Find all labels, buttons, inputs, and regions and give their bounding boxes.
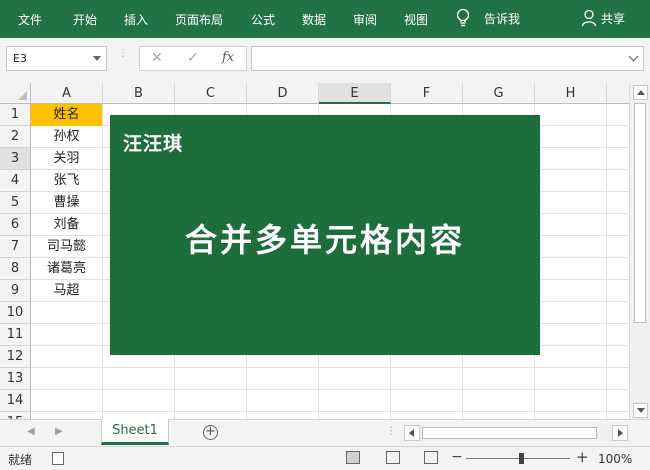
banner-author: 汪汪琪 [123,133,184,155]
column-header-c[interactable]: C [175,83,247,104]
row-header-15[interactable]: 15 [0,412,31,419]
vertical-scroll-thumb[interactable] [634,103,646,323]
tab-insert[interactable]: 插入 [124,11,148,28]
gridline [31,411,629,412]
horizontal-scroll-thumb[interactable] [422,427,597,439]
chevron-down-icon[interactable] [93,56,101,61]
insert-function-icon[interactable]: fx [222,50,234,65]
next-sheet-icon[interactable]: ▶ [55,426,63,437]
row-header-12[interactable]: 12 [0,346,31,368]
cell-a6[interactable]: 刘备 [31,214,102,236]
tab-review[interactable]: 审阅 [353,11,377,28]
gridline [31,367,629,368]
row-header-14[interactable]: 14 [0,390,31,412]
formula-bar-area: E3 ⋮ ✕ ✓ fx [0,38,650,83]
grip-dots-icon: ⋮ [386,426,396,437]
page-layout-view-icon[interactable] [386,451,400,464]
zoom-in-button[interactable]: + [576,448,589,466]
page-break-view-icon[interactable] [424,451,438,464]
banner-shape[interactable]: 汪汪琪 合并多单元格内容 [110,115,540,355]
sheet-tabs-bar: ◀ ▶ Sheet1 + ⋮ [0,419,650,446]
scroll-left-button[interactable] [404,425,420,441]
select-all-icon [18,91,27,100]
grip-dots-icon: ⋮ [118,48,128,59]
scroll-right-button[interactable] [612,425,628,441]
excel-window: 文件 开始 插入 页面布局 公式 数据 审阅 视图 告诉我 共享 E3 ⋮ ✕ … [0,0,650,470]
name-box-value: E3 [13,52,27,65]
zoom-slider[interactable] [466,458,570,459]
enter-icon[interactable]: ✓ [187,50,199,66]
arrow-up-icon [637,90,645,95]
column-header-f[interactable]: F [391,83,463,104]
row-header-7[interactable]: 7 [0,236,31,258]
row-header-2[interactable]: 2 [0,126,31,148]
scroll-down-button[interactable] [633,403,648,418]
add-sheet-icon[interactable]: + [203,425,218,440]
ribbon-tabs: 文件 开始 插入 页面布局 公式 数据 审阅 视图 告诉我 共享 [0,0,650,38]
share-button[interactable]: 共享 [581,9,625,27]
expand-formula-bar-icon[interactable] [628,51,639,62]
tab-page-layout[interactable]: 页面布局 [175,11,223,28]
row-header-9[interactable]: 9 [0,280,31,302]
tab-file[interactable]: 文件 [18,11,42,28]
cell-a1[interactable]: 姓名 [31,104,102,126]
cell-a5[interactable]: 曹操 [31,192,102,214]
column-header-b[interactable]: B [103,83,175,104]
select-all-corner[interactable] [0,83,31,104]
arrow-left-icon [409,429,414,437]
tell-me-label: 告诉我 [484,11,521,26]
lightbulb-icon [456,8,470,27]
name-box[interactable]: E3 [6,46,107,71]
gridline [606,104,607,419]
gridline [102,104,103,419]
cell-a2[interactable]: 孙权 [31,126,102,148]
macro-record-icon[interactable] [52,452,64,465]
horizontal-scrollbar[interactable] [404,425,629,441]
tab-formulas[interactable]: 公式 [251,11,275,28]
column-header-a[interactable]: A [31,83,103,104]
status-bar: 就绪 − + 100% [0,446,650,470]
row-header-5[interactable]: 5 [0,192,31,214]
column-header-h[interactable]: H [535,83,607,104]
arrow-down-icon [637,408,645,413]
row-header-4[interactable]: 4 [0,170,31,192]
cell-a9[interactable]: 马超 [31,280,102,302]
banner-title: 合并多单元格内容 [184,221,465,259]
zoom-slider-knob[interactable] [519,453,524,464]
person-icon [581,9,597,27]
status-ready: 就绪 [8,453,33,467]
cell-a4[interactable]: 张飞 [31,170,102,192]
row-header-11[interactable]: 11 [0,324,31,346]
cell-a7[interactable]: 司马懿 [31,236,102,258]
arrow-right-icon [618,429,623,437]
row-header-1[interactable]: 1 [0,104,31,126]
gridline [31,389,629,390]
row-header-8[interactable]: 8 [0,258,31,280]
zoom-out-button[interactable]: − [451,449,463,465]
cell-a3[interactable]: 关羽 [31,148,102,170]
tab-data[interactable]: 数据 [302,11,326,28]
column-header-next[interactable] [607,83,629,104]
column-header-e[interactable]: E [319,83,391,104]
tab-view[interactable]: 视图 [404,11,428,28]
zoom-level[interactable]: 100% [598,452,632,466]
normal-view-icon[interactable] [346,451,360,464]
formula-buttons: ✕ ✓ fx [139,46,247,71]
row-header-6[interactable]: 6 [0,214,31,236]
tab-home[interactable]: 开始 [73,11,97,28]
share-label: 共享 [601,11,626,26]
formula-input[interactable] [251,46,644,71]
row-header-3[interactable]: 3 [0,148,31,170]
vertical-scrollbar[interactable] [629,83,650,419]
scroll-up-button[interactable] [633,85,648,100]
row-header-10[interactable]: 10 [0,302,31,324]
tell-me-box[interactable]: 告诉我 [456,8,520,28]
row-header-13[interactable]: 13 [0,368,31,390]
sheet-tab-sheet1[interactable]: Sheet1 [101,419,169,445]
prev-sheet-icon[interactable]: ◀ [27,426,35,437]
column-header-g[interactable]: G [463,83,535,104]
cell-a8[interactable]: 诸葛亮 [31,258,102,280]
column-header-d[interactable]: D [247,83,319,104]
cancel-icon[interactable]: ✕ [151,50,163,66]
